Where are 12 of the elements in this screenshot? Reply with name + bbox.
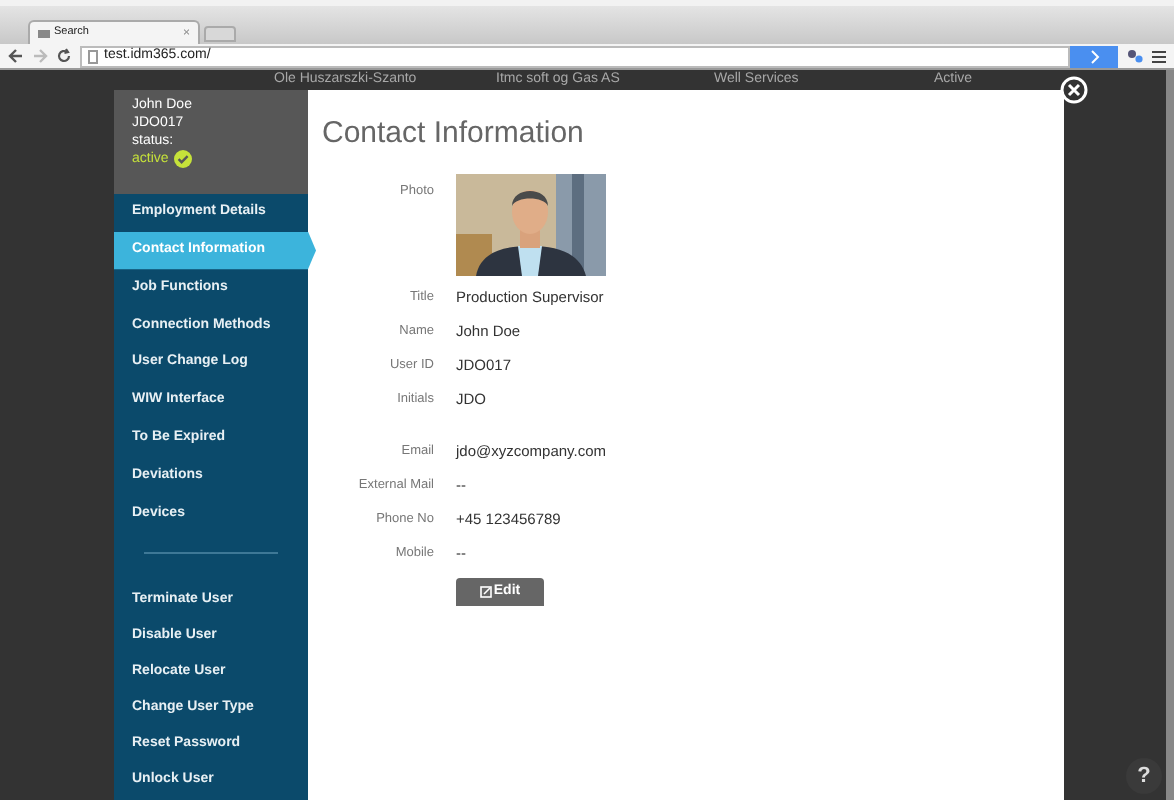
back-icon[interactable] xyxy=(8,48,24,64)
menu-icon[interactable] xyxy=(1152,49,1166,63)
extension-icon[interactable] xyxy=(1126,48,1144,64)
go-button[interactable] xyxy=(1070,45,1118,67)
close-icon[interactable] xyxy=(1060,76,1088,104)
dialog-title: Contact Information xyxy=(320,114,586,154)
edit-icon xyxy=(479,586,492,598)
chevron-icon xyxy=(1089,49,1099,63)
page-icon xyxy=(88,49,98,63)
reload-icon[interactable] xyxy=(56,48,72,64)
help-button[interactable]: ? xyxy=(1126,758,1162,794)
tab-favicon-icon xyxy=(38,29,50,37)
